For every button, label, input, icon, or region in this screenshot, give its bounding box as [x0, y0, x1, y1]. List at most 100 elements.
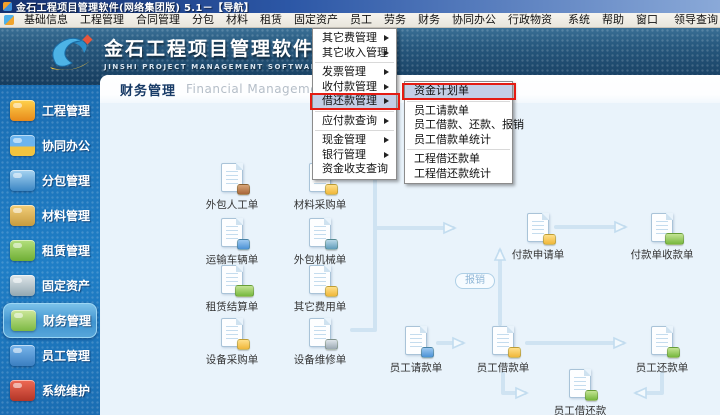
menubar-item-lease[interactable]: 租赁 — [254, 13, 288, 27]
doc-repay-coins-icon — [649, 326, 675, 356]
brand-name-en: JINSHI PROJECT MANAGEMENT SOFTWARE — [104, 63, 324, 71]
doc-coins-icon — [219, 318, 245, 348]
submenu-arrow-icon — [384, 152, 392, 158]
brand-name-cn: 金石工程项目管理软件 — [104, 34, 324, 61]
submenu-arrow-icon — [384, 69, 392, 75]
sidebar-item-finance[interactable]: 财务管理 — [3, 303, 97, 338]
doc-wrench-icon — [307, 318, 333, 348]
menubar-item-help[interactable]: 帮助 — [596, 13, 630, 27]
flow-node-payment-request[interactable]: 付款申请单 — [496, 213, 580, 262]
flow-node-equipment-purchase[interactable]: 设备采购单 — [190, 318, 274, 367]
subcontract-icon — [10, 170, 35, 191]
employees-icon — [10, 345, 35, 366]
menu-item-other-expense-mgmt[interactable]: 其它费管理 — [313, 31, 396, 46]
menubar-item-labor[interactable]: 劳务 — [378, 13, 412, 27]
app-window-icon — [3, 2, 12, 11]
sidebar-item-fixed-assets[interactable]: 固定资产 — [0, 268, 100, 303]
submenu-arrow-icon — [384, 84, 392, 90]
doc-borrow-coins-icon — [490, 326, 516, 356]
doc-table-people-icon — [403, 326, 429, 356]
sidebar-item-materials[interactable]: 材料管理 — [0, 198, 100, 233]
menu-bar: 基础信息 工程管理 合同管理 分包 材料 租赁 固定资产 员工 劳务 财务 协同… — [0, 13, 720, 28]
menu-separator — [315, 130, 394, 131]
reimbursement-badge: 报销 — [455, 273, 495, 289]
flow-node-lease-settlement[interactable]: 租赁结算单 — [190, 265, 274, 314]
menu-item-invoice-mgmt[interactable]: 发票管理 — [313, 65, 396, 80]
menubar-item-material[interactable]: 材料 — [220, 13, 254, 27]
doc-truck-icon — [219, 218, 245, 248]
loan-submenu: 资金计划单 员工请款单 员工借款、还款、报销 员工借款单统计 工程借还款单 工程… — [404, 81, 513, 184]
sidebar-item-subcontract[interactable]: 分包管理 — [0, 163, 100, 198]
system-maintenance-icon — [10, 380, 35, 401]
sidebar-item-leasing[interactable]: 租赁管理 — [0, 233, 100, 268]
submenu-arrow-icon — [384, 137, 392, 143]
flow-node-transport-vehicle[interactable]: 运输车辆单 — [190, 218, 274, 267]
window-title: 金石工程项目管理软件(网络集团版) 5.1－【导航】 — [16, 0, 254, 14]
flow-node-payment-receipt[interactable]: 付款单收款单 — [620, 213, 704, 262]
doc-machine-icon — [307, 218, 333, 248]
menu-item-loan-mgmt[interactable]: 借还款管理 — [313, 94, 396, 109]
doc-coins-plus-icon — [307, 265, 333, 295]
flow-node-equipment-repair[interactable]: 设备维修单 — [278, 318, 362, 367]
flow-node-employee-loan[interactable]: 员工借款单 — [461, 326, 545, 375]
engineering-icon — [10, 100, 35, 121]
menubar-item-collaboration[interactable]: 协同办公 — [446, 13, 502, 27]
menu-item-other-income-mgmt[interactable]: 其它收入管理 — [313, 46, 396, 61]
menubar-item-fixed-assets[interactable]: 固定资产 — [288, 13, 344, 27]
finance-money-icon — [11, 310, 36, 331]
menu-item-cash-mgmt[interactable]: 现金管理 — [313, 133, 396, 148]
flow-node-other-expense[interactable]: 其它费用单 — [278, 265, 362, 314]
submenu-item-fund-plan[interactable]: 资金计划单 — [405, 84, 512, 99]
menu-separator — [407, 149, 510, 150]
menubar-item-contract[interactable]: 合同管理 — [130, 13, 186, 27]
submenu-arrow-icon — [384, 50, 392, 56]
menu-separator — [407, 101, 510, 102]
flow-node-outsourced-labor[interactable]: 外包人工单 — [190, 163, 274, 212]
menubar-item-project[interactable]: 工程管理 — [74, 13, 130, 27]
submenu-item-project-loan-stats[interactable]: 工程借还款统计 — [405, 167, 512, 182]
doc-banknote-people-icon — [649, 213, 675, 243]
menu-item-fund-flow-query[interactable]: 资金收支查询 — [313, 162, 396, 177]
menubar-item-system[interactable]: 系统 — [562, 13, 596, 27]
menubar-item-leader-query[interactable]: 领导查询 — [668, 13, 720, 27]
arrow-loan-down-to-summary — [503, 373, 525, 393]
doc-borrow-repay-icon — [567, 369, 593, 399]
flow-node-outsourced-machinery[interactable]: 外包机械单 — [278, 218, 362, 267]
doc-hand-coins-icon — [525, 213, 551, 243]
menubar-item-subcontract[interactable]: 分包 — [186, 13, 220, 27]
fixed-assets-icon — [10, 275, 35, 296]
collaboration-icon — [10, 135, 35, 156]
flow-node-employee-repayment[interactable]: 员工还款单 — [620, 326, 704, 375]
jinshi-logo-icon — [46, 31, 94, 73]
submenu-item-employee-loan-stats[interactable]: 员工借款单统计 — [405, 133, 512, 148]
menu-item-payment-mgmt[interactable]: 收付款管理 — [313, 80, 396, 95]
menubar-item-employee[interactable]: 员工 — [344, 13, 378, 27]
submenu-item-project-loan-doc[interactable]: 工程借还款单 — [405, 152, 512, 167]
submenu-arrow-icon — [384, 98, 392, 104]
menubar-item-admin-supplies[interactable]: 行政物资 — [502, 13, 558, 27]
title-bar: 金石工程项目管理软件(网络集团版) 5.1－【导航】 — [0, 0, 720, 13]
menubar-item-finance[interactable]: 财务 — [412, 13, 446, 27]
submenu-item-employee-loan-repay-reimburse[interactable]: 员工借款、还款、报销 — [405, 118, 512, 133]
flow-node-employee-fund-request[interactable]: 员工请款单 — [374, 326, 458, 375]
submenu-arrow-icon — [384, 118, 392, 124]
menu-separator — [315, 62, 394, 63]
submenu-item-employee-fund-request[interactable]: 员工请款单 — [405, 104, 512, 119]
sidebar-item-engineering[interactable]: 工程管理 — [0, 93, 100, 128]
menubar-item-basic-info[interactable]: 基础信息 — [18, 13, 74, 27]
menubar-item-window[interactable]: 窗口 — [630, 13, 664, 27]
materials-box-icon — [10, 205, 35, 226]
finance-dropdown-menu: 其它费管理 其它收入管理 发票管理 收付款管理 借还款管理 应付款查询 现金管理… — [312, 28, 397, 180]
menu-item-bank-mgmt[interactable]: 银行管理 — [313, 148, 396, 163]
sidebar-nav: 工程管理 协同办公 分包管理 材料管理 租赁管理 固定资产 财务管理 员工管理 … — [0, 85, 100, 415]
submenu-arrow-icon — [384, 35, 392, 41]
menubar-app-icon — [4, 15, 14, 25]
menu-separator — [315, 111, 394, 112]
sidebar-item-collaboration[interactable]: 协同办公 — [0, 128, 100, 163]
sidebar-item-employees[interactable]: 员工管理 — [0, 338, 100, 373]
doc-person-icon — [219, 163, 245, 193]
sidebar-item-system-maintenance[interactable]: 系统维护 — [0, 373, 100, 408]
menu-item-payables-query[interactable]: 应付款查询 — [313, 114, 396, 129]
flow-node-employee-loan-repayment[interactable]: 员工借还款 — [538, 369, 622, 415]
arrow-repay-down-to-summary — [637, 373, 662, 393]
